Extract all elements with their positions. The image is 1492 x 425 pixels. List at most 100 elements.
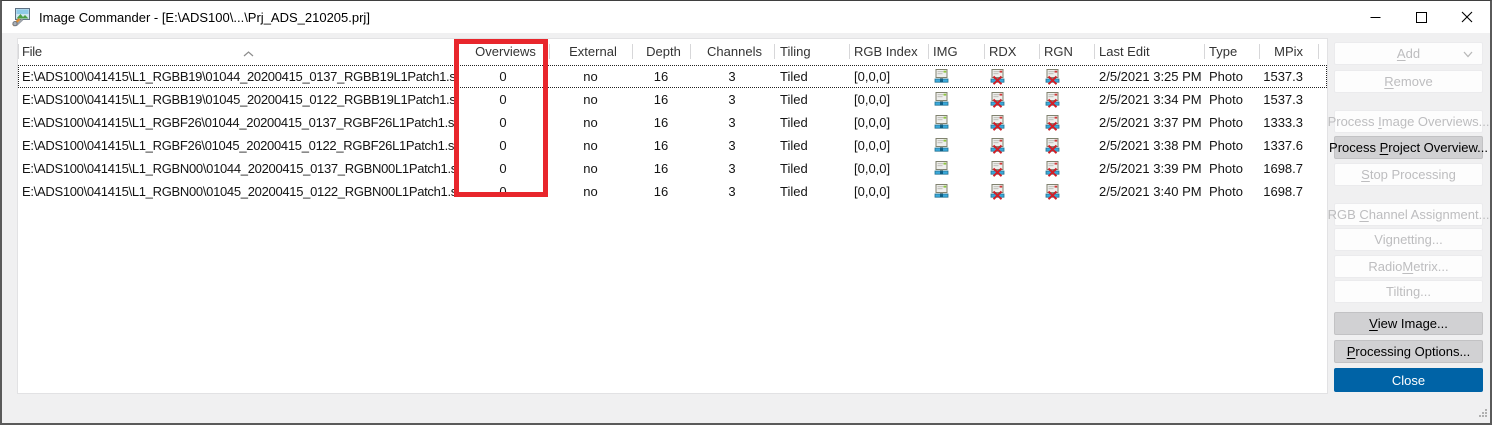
resize-grip[interactable] [1477, 406, 1488, 421]
button-accel: P [1347, 344, 1356, 359]
close-icon [1461, 11, 1473, 23]
cell-mpix: 1333.3 [1259, 111, 1318, 134]
computer-missing-icon [989, 137, 1006, 154]
vignetting-button[interactable]: Vignetting... [1334, 228, 1483, 251]
computer-missing-icon [989, 114, 1006, 131]
add-button[interactable]: Add [1334, 42, 1483, 65]
cell-rgb_index: [0,0,0] [849, 180, 928, 203]
computer-ok-icon [933, 91, 950, 108]
cell-external: no [549, 157, 632, 180]
stop-processing-button[interactable]: Stop Processing [1334, 163, 1483, 186]
computer-ok-icon [933, 68, 950, 85]
computer-missing-icon [1044, 91, 1061, 108]
column-header-depth[interactable]: Depth [632, 39, 690, 65]
button-accel: A [1397, 46, 1406, 61]
cell-rgn-status [1039, 180, 1094, 203]
view-image-button[interactable]: View Image... [1334, 312, 1483, 335]
action-panel: Add Remove Process Image Overviews... Proce… [1334, 42, 1483, 392]
table-row[interactable]: E:\ADS100\041415\L1_RGBB19\01044_2020041… [18, 65, 1327, 88]
cell-mpix: 1537.3 [1259, 88, 1318, 111]
table-row[interactable]: E:\ADS100\041415\L1_RGBF26\01045_2020041… [18, 134, 1327, 157]
maximize-button[interactable] [1398, 1, 1444, 33]
cell-mpix: 1698.7 [1259, 157, 1318, 180]
process-project-overview-button[interactable]: Process Project Overview... [1334, 136, 1483, 159]
button-accel: S [1361, 167, 1370, 182]
cell-rgb_index: [0,0,0] [849, 111, 928, 134]
close-button[interactable]: Close [1334, 368, 1483, 392]
button-label: etrix... [1413, 259, 1448, 274]
cell-rdx-status [984, 134, 1039, 157]
cell-rgn-status [1039, 88, 1094, 111]
computer-missing-icon [989, 183, 1006, 200]
cell-overviews: 0 [457, 157, 549, 180]
button-label: Process [1328, 114, 1379, 129]
column-header-last_edit[interactable]: Last Edit [1094, 39, 1204, 65]
button-label: top Processing [1370, 167, 1456, 182]
cell-img-status [928, 157, 984, 180]
table-row[interactable]: E:\ADS100\041415\L1_RGBN00\01045_2020041… [18, 180, 1327, 203]
column-header-channels[interactable]: Channels [690, 39, 774, 65]
computer-missing-icon [989, 91, 1006, 108]
column-header-mpix[interactable]: MPix [1259, 39, 1318, 65]
column-header-type[interactable]: Type [1204, 39, 1259, 65]
column-header-overviews[interactable]: Overviews [457, 39, 549, 65]
computer-ok-icon [933, 160, 950, 177]
button-label: RGB [1328, 207, 1360, 222]
table-row[interactable]: E:\ADS100\041415\L1_RGBB19\01045_2020041… [18, 88, 1327, 111]
cell-overviews: 0 [457, 88, 549, 111]
button-label: dd [1406, 46, 1420, 61]
computer-ok-icon [933, 114, 950, 131]
button-label: Close [1392, 373, 1425, 388]
tilting-button[interactable]: Tilting... [1334, 280, 1483, 303]
column-header-img[interactable]: IMG [928, 39, 984, 65]
column-header-tiling[interactable]: Tiling [774, 39, 849, 65]
column-header-file[interactable]: File [18, 39, 457, 65]
cell-mpix: 1337.6 [1259, 134, 1318, 157]
cell-depth: 16 [632, 157, 690, 180]
table-row[interactable]: E:\ADS100\041415\L1_RGBN00\01044_2020041… [18, 157, 1327, 180]
table-row[interactable]: E:\ADS100\041415\L1_RGBF26\01044_2020041… [18, 111, 1327, 134]
cell-type: Photo [1204, 111, 1259, 134]
cell-overviews: 0 [457, 65, 549, 88]
button-label: rocessing Options... [1355, 344, 1470, 359]
cell-channels: 3 [690, 180, 774, 203]
cell-depth: 16 [632, 65, 690, 88]
cell-img-status [928, 65, 984, 88]
cell-file: E:\ADS100\041415\L1_RGBF26\01044_2020041… [18, 111, 457, 134]
cell-depth: 16 [632, 180, 690, 203]
close-window-button[interactable] [1444, 1, 1490, 33]
cell-tiling: Tiled [774, 111, 849, 134]
cell-external: no [549, 88, 632, 111]
button-accel: P [1380, 140, 1389, 155]
processing-options-button[interactable]: Processing Options... [1334, 340, 1483, 363]
cell-type: Photo [1204, 157, 1259, 180]
cell-rdx-status [984, 157, 1039, 180]
cell-rgb_index: [0,0,0] [849, 157, 928, 180]
cell-rdx-status [984, 88, 1039, 111]
remove-button[interactable]: Remove [1334, 70, 1483, 93]
button-label: roject Overview... [1388, 140, 1488, 155]
cell-rgn-status [1039, 111, 1094, 134]
column-header-external[interactable]: External [549, 39, 632, 65]
column-header-rdx[interactable]: RDX [984, 39, 1039, 65]
cell-last_edit: 2/5/2021 3:25 PM [1094, 65, 1204, 88]
minimize-button[interactable] [1352, 1, 1398, 33]
table-body: E:\ADS100\041415\L1_RGBB19\01044_2020041… [18, 65, 1327, 203]
computer-ok-icon [933, 137, 950, 154]
process-image-overviews-button[interactable]: Process Image Overviews... [1334, 110, 1483, 133]
column-header-rgn[interactable]: RGN [1039, 39, 1094, 65]
cell-last_edit: 2/5/2021 3:34 PM [1094, 88, 1204, 111]
cell-tiling: Tiled [774, 65, 849, 88]
rgb-channel-assignment-button[interactable]: RGB Channel Assignment... [1334, 203, 1483, 226]
cell-external: no [549, 180, 632, 203]
cell-external: no [549, 134, 632, 157]
button-accel: C [1359, 207, 1368, 222]
cell-channels: 3 [690, 111, 774, 134]
button-label: hannel Assignment... [1369, 207, 1490, 222]
column-header-rgb_index[interactable]: RGB Index [849, 39, 928, 65]
computer-ok-icon [933, 183, 950, 200]
cell-file: E:\ADS100\041415\L1_RGBB19\01044_2020041… [18, 65, 457, 88]
radiometrix-button[interactable]: RadioMetrix... [1334, 255, 1483, 278]
minimize-icon [1370, 12, 1381, 23]
cell-rgb_index: [0,0,0] [849, 88, 928, 111]
